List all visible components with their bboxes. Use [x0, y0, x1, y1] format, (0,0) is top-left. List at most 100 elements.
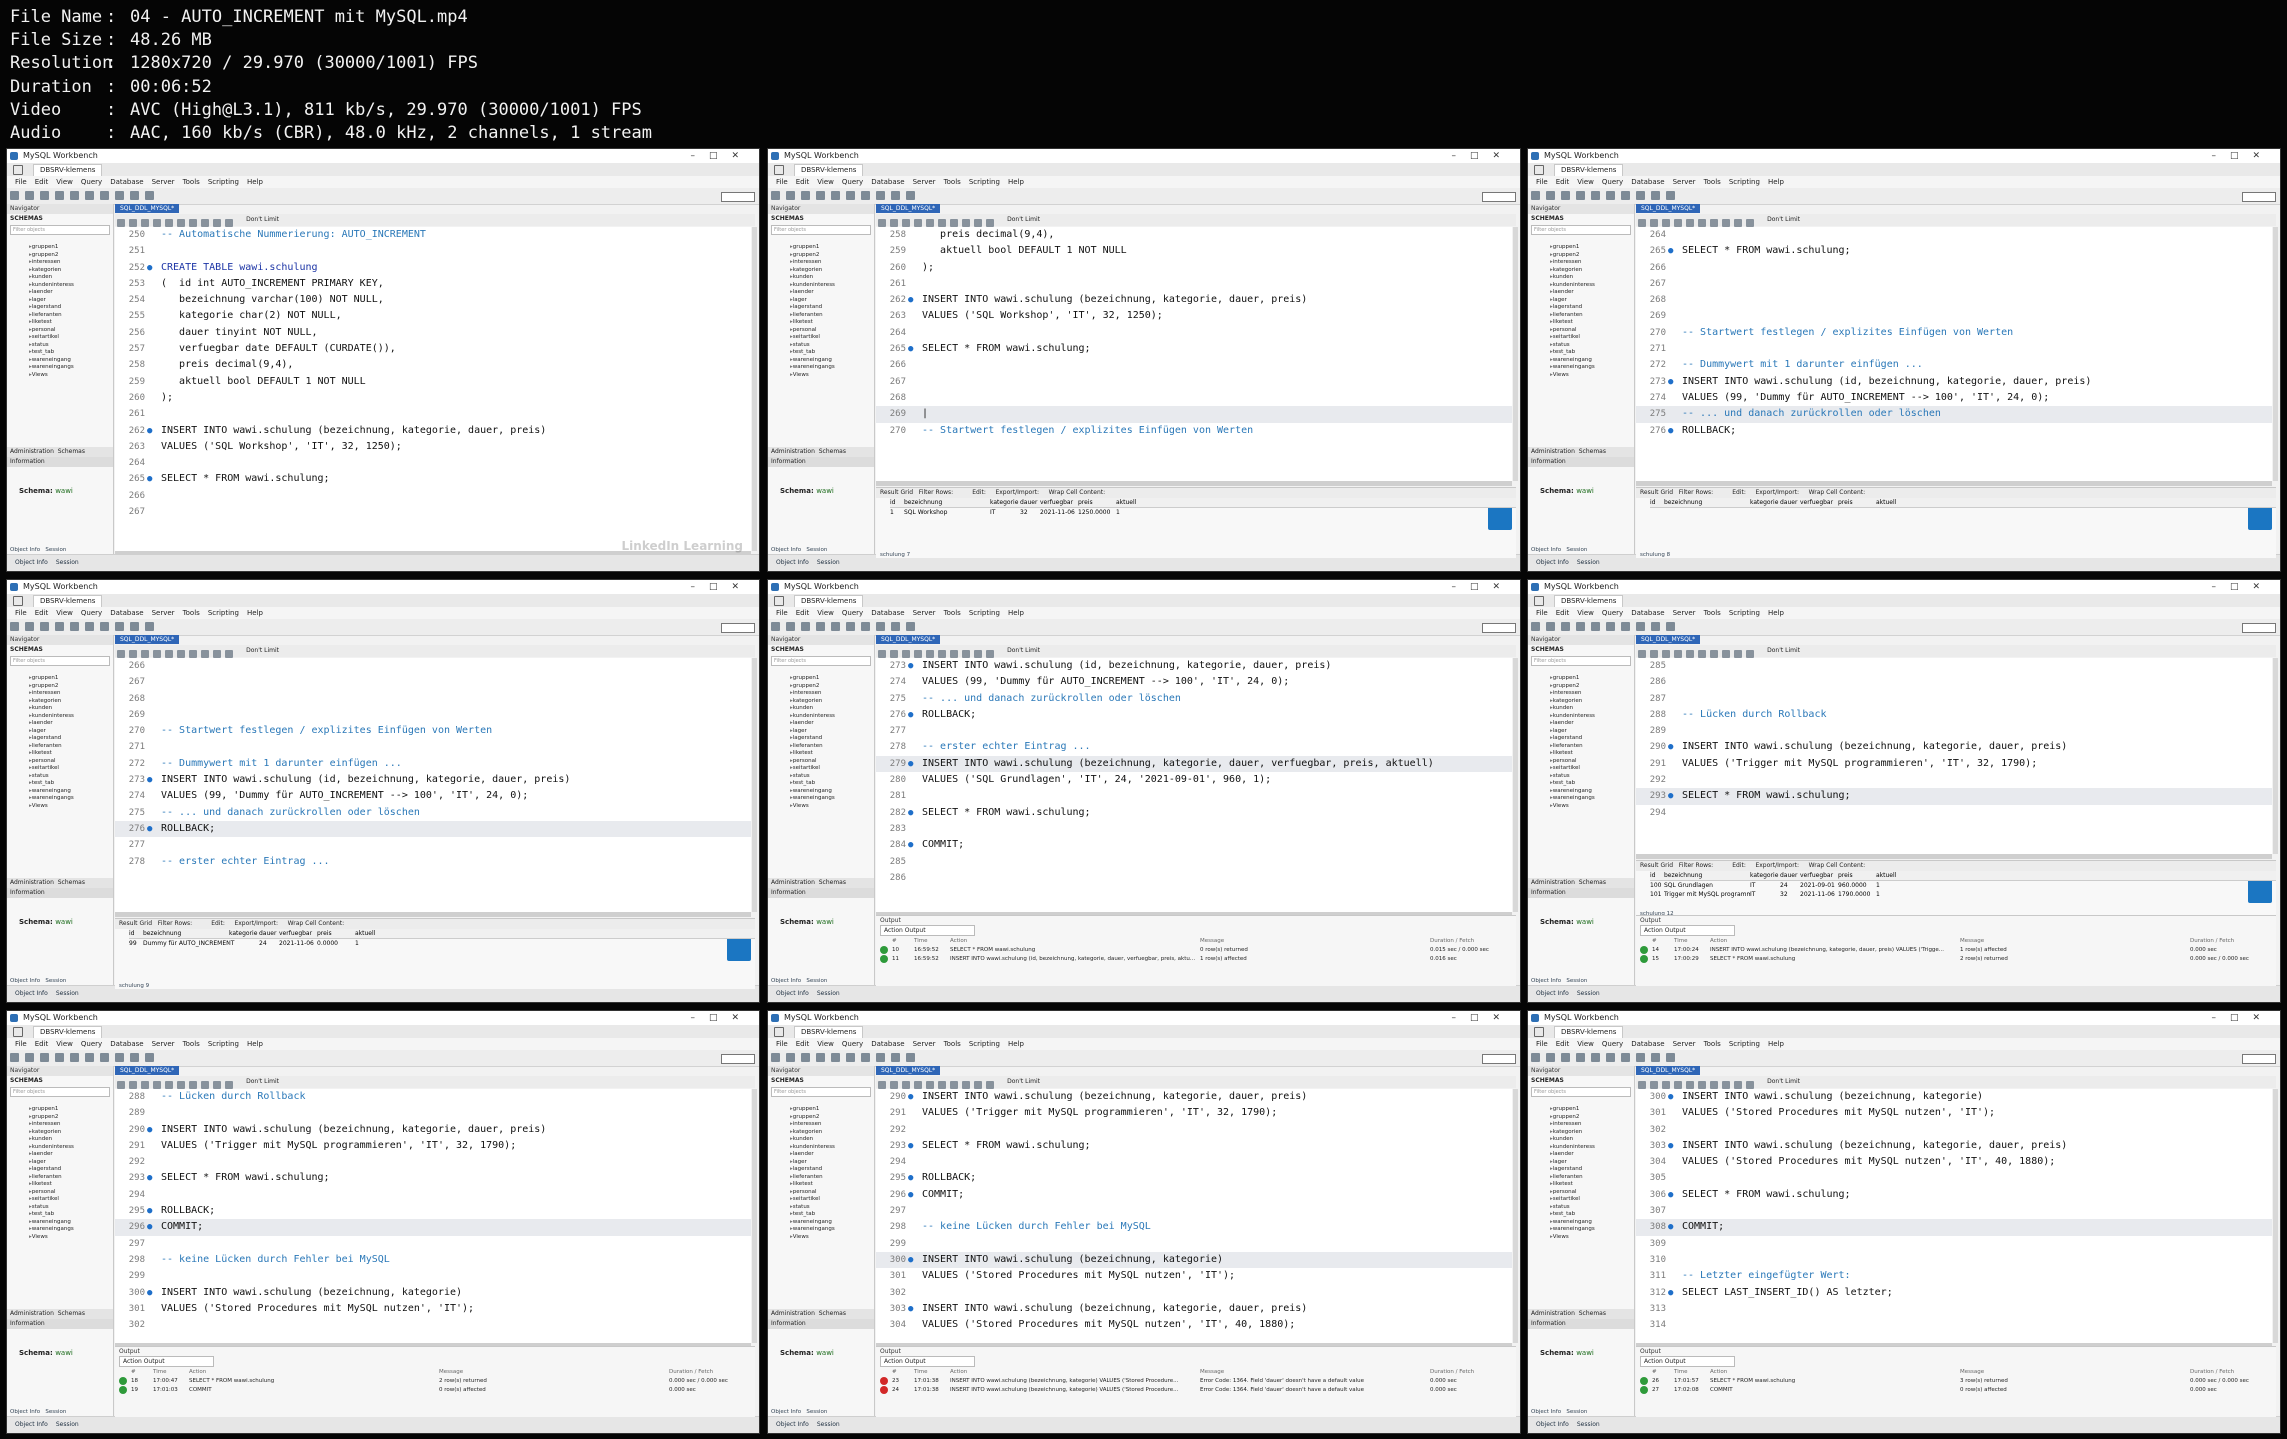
code-line[interactable]: 291 VALUES ('Trigger mit MySQL programmie…: [115, 1138, 751, 1154]
create-schema-icon[interactable]: [55, 191, 64, 200]
create-table-icon[interactable]: [831, 191, 840, 200]
menu-item[interactable]: Scripting: [208, 609, 239, 617]
result-column-header[interactable]: id: [890, 498, 904, 507]
navigator-tabs[interactable]: Administration Schemas: [7, 447, 113, 457]
new-sql-tab-icon[interactable]: [10, 1053, 19, 1062]
execute-lightning-icon[interactable]: [1662, 219, 1670, 227]
stop-icon[interactable]: [177, 1081, 185, 1089]
toggle-continue-icon[interactable]: [1710, 1081, 1718, 1089]
editor-hscrollbar[interactable]: [1636, 481, 2272, 486]
menu-item[interactable]: Database: [1631, 1040, 1664, 1048]
search-table-icon[interactable]: [891, 191, 900, 200]
navigator-tabs[interactable]: Administration Schemas: [1528, 1309, 1634, 1319]
schema-table-item[interactable]: kunden: [790, 274, 835, 282]
menu-item[interactable]: Tools: [944, 178, 961, 186]
result-column-header[interactable]: verfuegbar: [1800, 871, 1838, 880]
code-line[interactable]: 265 ● SELECT * FROM wawi.schulung;: [1636, 243, 2272, 259]
execute-current-icon[interactable]: [1674, 1081, 1682, 1089]
code-line[interactable]: 259 aktuell bool DEFAULT 1 NOT NULL: [876, 243, 1512, 259]
result-cell[interactable]: 1: [890, 508, 904, 517]
export-import-label[interactable]: Export/Import:: [1755, 489, 1799, 496]
schema-table-item[interactable]: interessen: [1550, 690, 1595, 698]
menu-item[interactable]: Server: [1673, 178, 1696, 186]
menu-item[interactable]: Tools: [183, 609, 200, 617]
editor-scrollbar[interactable]: [752, 658, 757, 912]
code-line[interactable]: 301 VALUES ('Stored Procedures mit MySQL …: [876, 1268, 1512, 1284]
menu-item[interactable]: Database: [871, 1040, 904, 1048]
open-file-icon[interactable]: [117, 219, 125, 227]
code-line[interactable]: 280 VALUES ('SQL Grundlagen', 'IT', 24, '…: [876, 772, 1512, 788]
autocommit-icon[interactable]: [1746, 219, 1754, 227]
menu-item[interactable]: View: [1577, 178, 1594, 186]
schemas-tab[interactable]: Schemas: [58, 1310, 85, 1317]
schema-table-item[interactable]: kunden: [29, 1136, 74, 1144]
schema-table-item[interactable]: interessen: [790, 690, 835, 698]
code-line[interactable]: 277: [115, 837, 751, 853]
menu-item[interactable]: View: [56, 1040, 73, 1048]
administration-tab[interactable]: Administration: [10, 1310, 54, 1317]
code-line[interactable]: 267: [1636, 276, 2272, 292]
schema-table-item[interactable]: gruppen2: [29, 1114, 74, 1122]
code-line[interactable]: 258 preis decimal(9,4),: [115, 357, 751, 373]
open-inspector-icon[interactable]: [801, 1053, 810, 1062]
query-tab[interactable]: SQL_DDL_MYSQL*: [115, 1066, 180, 1075]
code-line[interactable]: 274 VALUES (99, 'Dummy für AUTO_INCREMENT…: [115, 788, 751, 804]
menu-item[interactable]: Scripting: [1729, 609, 1760, 617]
schema-table-item[interactable]: kategorien: [790, 1129, 835, 1137]
window-controls[interactable]: –□✕: [690, 149, 753, 163]
code-line[interactable]: 267: [876, 374, 1512, 390]
object-info-tab[interactable]: Object Info: [10, 978, 40, 984]
schema-table-item[interactable]: lieferanten: [1550, 1174, 1595, 1182]
create-schema-icon[interactable]: [816, 622, 825, 631]
object-info-tab[interactable]: Object Info: [771, 547, 801, 553]
home-icon[interactable]: [13, 165, 23, 175]
schema-table-item[interactable]: wareneingang: [29, 788, 74, 796]
result-cell[interactable]: 1: [1116, 508, 1140, 517]
code-line[interactable]: 289: [1636, 723, 2272, 739]
schema-views-item[interactable]: Views: [1550, 372, 1595, 380]
code-line[interactable]: 298 -- keine Lücken durch Fehler bei MySQ…: [876, 1219, 1512, 1235]
rollback-icon[interactable]: [1734, 650, 1742, 658]
create-view-icon[interactable]: [85, 1053, 94, 1062]
panel-toggle-icons[interactable]: [1482, 1054, 1516, 1064]
editor-scrollbar[interactable]: [752, 227, 757, 551]
code-line[interactable]: 268: [876, 390, 1512, 406]
code-line[interactable]: 295 ● ROLLBACK;: [876, 1170, 1512, 1186]
rollback-icon[interactable]: [213, 219, 221, 227]
save-icon[interactable]: [129, 1081, 137, 1089]
schema-table-item[interactable]: wareneingangs: [29, 795, 74, 803]
code-line[interactable]: 309: [1636, 1236, 2272, 1252]
menu-item[interactable]: Tools: [944, 1040, 961, 1048]
create-table-icon[interactable]: [70, 191, 79, 200]
result-cell[interactable]: 24: [1780, 881, 1800, 890]
create-schema-icon[interactable]: [1576, 622, 1585, 631]
schema-table-item[interactable]: kundeninteress: [1550, 713, 1595, 721]
schema-table-item[interactable]: status: [1550, 773, 1595, 781]
create-view-icon[interactable]: [85, 191, 94, 200]
schema-table-item[interactable]: gruppen2: [29, 252, 74, 260]
code-line[interactable]: 265 ● SELECT * FROM wawi.schulung;: [115, 471, 751, 487]
output-row[interactable]: 10 16:59:52 SELECT * FROM wawi.schulung 0 r…: [876, 946, 1516, 955]
toggle-continue-icon[interactable]: [189, 1081, 197, 1089]
window-controls[interactable]: –□✕: [2211, 1011, 2274, 1025]
schema-table-item[interactable]: status: [29, 1204, 74, 1212]
query-tab[interactable]: SQL_DDL_MYSQL*: [876, 1066, 941, 1075]
code-line[interactable]: 313: [1636, 1301, 2272, 1317]
code-line[interactable]: 268: [115, 691, 751, 707]
menu-item[interactable]: Edit: [35, 609, 49, 617]
limit-select[interactable]: Don't Limit: [246, 645, 279, 657]
schema-table-item[interactable]: kunden: [790, 705, 835, 713]
code-line[interactable]: 293 ● SELECT * FROM wawi.schulung;: [115, 1170, 751, 1186]
create-function-icon[interactable]: [876, 1053, 885, 1062]
sql-editor[interactable]: 290 ● INSERT INTO wawi.schulung (bezeichnu…: [876, 1089, 1512, 1343]
schema-table-item[interactable]: seitartikel: [29, 334, 74, 342]
menu-item[interactable]: Query: [81, 1040, 102, 1048]
menu-item[interactable]: View: [1577, 1040, 1594, 1048]
menu-item[interactable]: Database: [110, 609, 143, 617]
output-row[interactable]: 26 17:01:57 SELECT * FROM wawi.schulung 3 r…: [1636, 1377, 2276, 1386]
menu-item[interactable]: Help: [1008, 609, 1024, 617]
schema-table-item[interactable]: gruppen2: [790, 252, 835, 260]
schema-table-item[interactable]: personal: [1550, 1189, 1595, 1197]
code-line[interactable]: 269 |: [876, 406, 1512, 423]
panel-toggle-icons[interactable]: [2242, 1054, 2276, 1064]
